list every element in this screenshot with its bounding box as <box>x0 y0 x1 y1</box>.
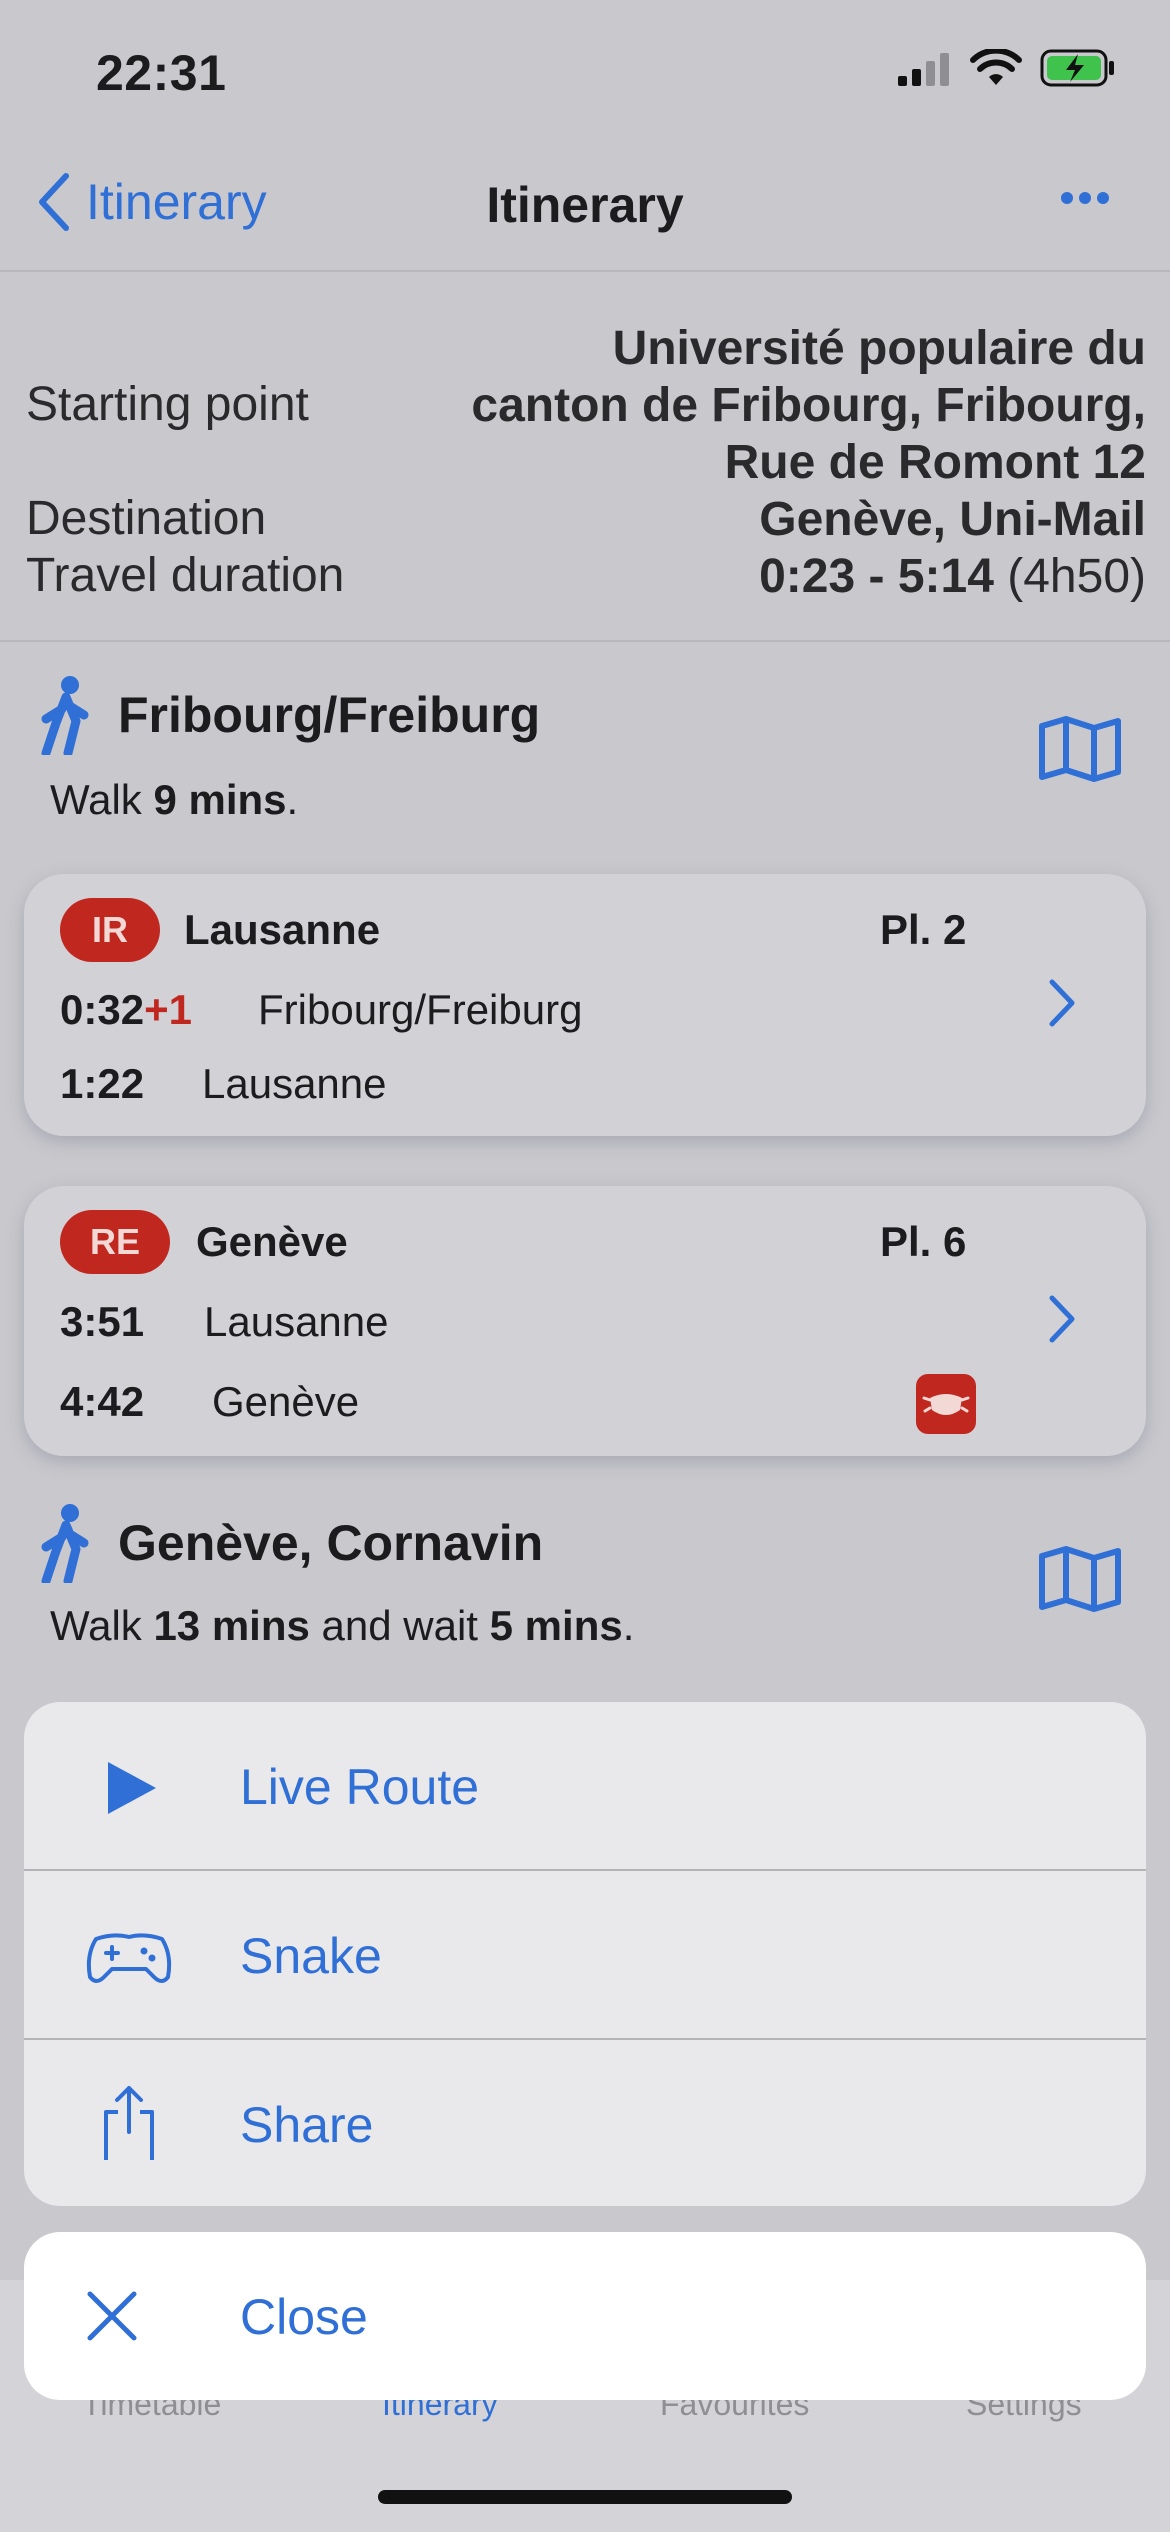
trip-platform: Pl. 6 <box>880 1218 967 1265</box>
wifi-icon <box>970 49 1022 85</box>
page-title: Itinerary <box>486 177 684 233</box>
map-icon[interactable] <box>1038 1546 1122 1612</box>
more-icon[interactable] <box>1060 190 1110 206</box>
train-badge: RE <box>60 1210 170 1274</box>
live-route-button[interactable]: Live Route <box>24 1702 1146 1870</box>
share-icon <box>104 2086 154 2160</box>
share-button[interactable]: Share <box>24 2040 1146 2206</box>
live-route-label: Live Route <box>240 1759 480 1815</box>
trip-platform: Pl. 2 <box>880 906 967 953</box>
close-label: Close <box>240 2289 368 2345</box>
walking-icon <box>41 1504 89 1583</box>
status-time: 22:31 <box>96 45 227 101</box>
mask-required-icon <box>916 1374 976 1434</box>
walk-description: Walk 9 mins. <box>50 776 299 823</box>
share-label: Share <box>240 2097 374 2153</box>
walk-title: Genève, Cornavin <box>118 1515 544 1571</box>
arrival-time: 1:22 <box>60 1060 145 1107</box>
home-indicator[interactable] <box>378 2490 792 2504</box>
start-value-line2: canton de Fribourg, Fribourg, <box>471 379 1146 432</box>
duration-value: 0:23 - 5:14 (4h50) <box>759 548 1146 605</box>
walk-title: Fribourg/Freiburg <box>118 687 541 743</box>
duration-label: Travel duration <box>26 549 345 602</box>
departure-time: 0:32+1 <box>60 986 192 1033</box>
chevron-right-icon <box>1049 979 1075 1027</box>
departure-station: Fribourg/Freiburg <box>258 986 583 1033</box>
play-icon <box>108 1762 156 1814</box>
destination-label: Destination <box>26 492 267 545</box>
arrival-station: Lausanne <box>202 1060 387 1107</box>
destination-value: Genève, Uni-Mail <box>759 493 1146 546</box>
gamepad-icon <box>86 1933 172 1983</box>
departure-station: Lausanne <box>204 1298 389 1345</box>
divider <box>0 640 1170 642</box>
arrival-station: Genève <box>212 1378 360 1425</box>
walk-description: Walk 13 mins and wait 5 mins. <box>50 1602 635 1649</box>
cellular-signal-icon <box>898 53 949 86</box>
close-icon <box>87 2291 137 2341</box>
action-sheet: Live Route Snake Share <box>24 1702 1146 2206</box>
close-button[interactable]: Close <box>24 2232 1146 2400</box>
start-label: Starting point <box>26 378 309 431</box>
trip-direction: Genève <box>196 1218 348 1265</box>
delay-badge: +1 <box>144 986 192 1033</box>
battery-charging-icon <box>1040 49 1114 87</box>
map-icon[interactable] <box>1038 716 1122 782</box>
snake-button[interactable]: Snake <box>24 1871 1146 2039</box>
status-icons <box>896 48 1116 88</box>
divider <box>0 270 1170 272</box>
trip-card[interactable]: RE Genève Pl. 6 3:51 Lausanne 4:42 Genèv… <box>24 1186 1146 1456</box>
departure-time: 3:51 <box>60 1298 145 1345</box>
trip-card[interactable]: IR Lausanne Pl. 2 0:32+1 Fribourg/Freibu… <box>24 874 1146 1136</box>
start-value-line1: Université populaire du <box>612 322 1146 375</box>
duration-total: (4h50) <box>1007 550 1146 603</box>
snake-label: Snake <box>240 1928 382 1984</box>
arrival-time: 4:42 <box>60 1378 145 1425</box>
duration-range: 0:23 - 5:14 <box>759 550 994 603</box>
trip-direction: Lausanne <box>184 906 381 953</box>
chevron-right-icon <box>1049 1295 1075 1343</box>
start-value-line3: Rue de Romont 12 <box>724 436 1146 489</box>
train-badge: IR <box>60 898 160 962</box>
walking-icon <box>41 676 89 755</box>
